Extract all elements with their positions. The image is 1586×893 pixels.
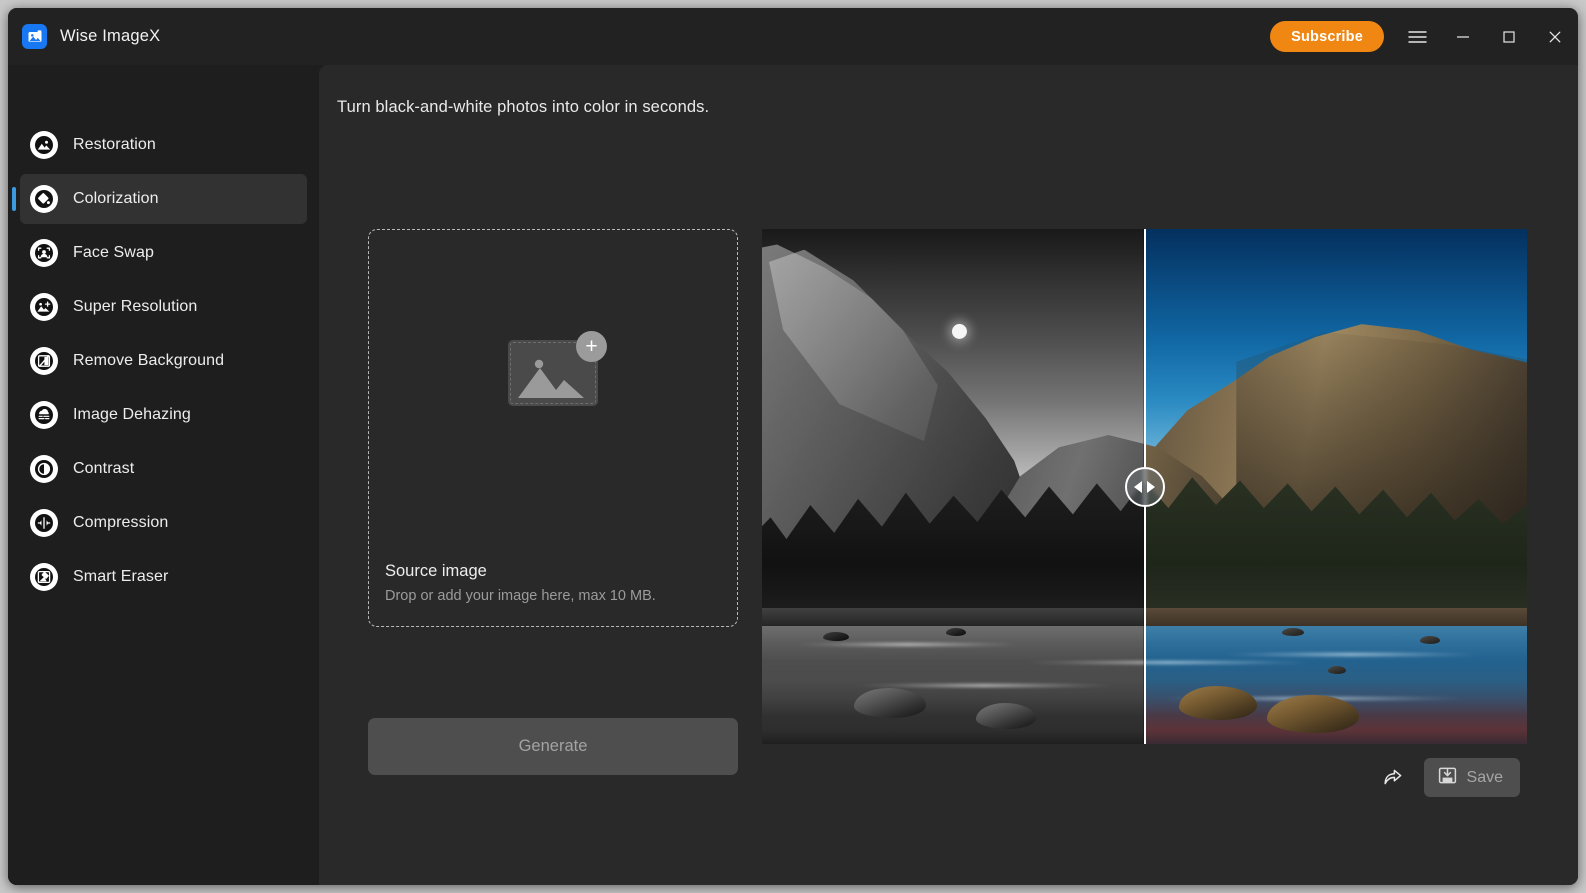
colorization-icon xyxy=(30,185,58,213)
chevron-right-icon xyxy=(1147,480,1155,493)
river-rock xyxy=(1419,635,1440,644)
river-rock xyxy=(1282,627,1305,636)
sidebar-item-smart-eraser[interactable]: Smart Eraser xyxy=(20,552,307,602)
close-icon[interactable] xyxy=(1532,8,1578,65)
before-after-preview[interactable] xyxy=(762,229,1527,744)
river-rock xyxy=(823,632,850,641)
app-brand: Wise ImageX xyxy=(8,24,160,49)
app-title: Wise ImageX xyxy=(60,27,161,45)
sidebar-item-label: Image Dehazing xyxy=(73,406,191,423)
sidebar-item-label: Smart Eraser xyxy=(73,568,169,585)
sidebar-item-contrast[interactable]: Contrast xyxy=(20,444,307,494)
image-app-icon xyxy=(22,24,47,49)
hamburger-menu-icon[interactable] xyxy=(1394,8,1440,65)
sidebar-item-label: Restoration xyxy=(73,136,156,153)
generate-button[interactable]: Generate xyxy=(368,718,738,775)
sidebar-item-colorization[interactable]: Colorization xyxy=(12,174,307,224)
sidebar-item-face-swap[interactable]: Face Swap xyxy=(20,228,307,278)
sidebar-item-image-dehazing[interactable]: Image Dehazing xyxy=(20,390,307,440)
share-button[interactable] xyxy=(1374,759,1412,797)
sidebar-item-label: Remove Background xyxy=(73,352,225,369)
chevron-left-icon xyxy=(1134,480,1142,493)
sidebar-item-super-resolution[interactable]: Super Resolution xyxy=(20,282,307,332)
smart-eraser-icon xyxy=(30,563,58,591)
source-image-dropzone[interactable]: + Source image Drop or add your image he… xyxy=(368,229,738,627)
image-dehazing-icon xyxy=(30,401,58,429)
title-bar: Wise ImageX Subscribe xyxy=(8,8,1578,65)
save-button[interactable]: Save xyxy=(1423,758,1520,797)
page-tagline: Turn black-and-white photos into color i… xyxy=(337,98,710,116)
window-controls: Subscribe xyxy=(1270,8,1578,65)
face-swap-icon xyxy=(30,239,58,267)
sidebar-item-label: Compression xyxy=(73,514,169,531)
preview-action-bar: Save xyxy=(1374,758,1520,797)
sidebar-item-label: Face Swap xyxy=(73,244,154,261)
dropzone-text: Source image Drop or add your image here… xyxy=(385,562,656,604)
save-icon xyxy=(1438,766,1457,790)
sidebar-item-label: Contrast xyxy=(73,460,135,477)
compare-slider-handle[interactable] xyxy=(1124,466,1165,507)
moon xyxy=(951,324,967,340)
river-rock xyxy=(945,627,966,636)
dropzone-subtitle: Drop or add your image here, max 10 MB. xyxy=(385,588,656,604)
super-resolution-icon xyxy=(30,293,58,321)
app-window: Wise ImageX Subscribe Restoration Colori… xyxy=(8,8,1578,885)
remove-background-icon xyxy=(30,347,58,375)
sidebar-item-remove-background[interactable]: Remove Background xyxy=(20,336,307,386)
sidebar-item-label: Colorization xyxy=(73,190,159,207)
sidebar-item-compression[interactable]: Compression xyxy=(20,498,307,548)
restoration-icon xyxy=(30,131,58,159)
river-rock-large xyxy=(853,688,926,719)
image-placeholder-icon: + xyxy=(508,331,607,406)
share-icon xyxy=(1382,766,1403,790)
compression-icon xyxy=(30,509,58,537)
sidebar: Restoration Colorization Face Swap Super… xyxy=(8,65,319,885)
sidebar-item-label: Super Resolution xyxy=(73,298,198,315)
dropzone-title: Source image xyxy=(385,562,487,580)
river-rock-large xyxy=(1178,686,1257,721)
plus-icon[interactable]: + xyxy=(576,331,607,362)
main-content: Turn black-and-white photos into color i… xyxy=(319,65,1578,885)
maximize-icon[interactable] xyxy=(1486,8,1532,65)
subscribe-button[interactable]: Subscribe xyxy=(1270,21,1384,52)
sidebar-item-restoration[interactable]: Restoration xyxy=(20,120,307,170)
sidebar-nav-list: Restoration Colorization Face Swap Super… xyxy=(8,65,319,602)
minimize-icon[interactable] xyxy=(1440,8,1486,65)
save-button-label: Save xyxy=(1466,768,1503,786)
contrast-icon xyxy=(30,455,58,483)
